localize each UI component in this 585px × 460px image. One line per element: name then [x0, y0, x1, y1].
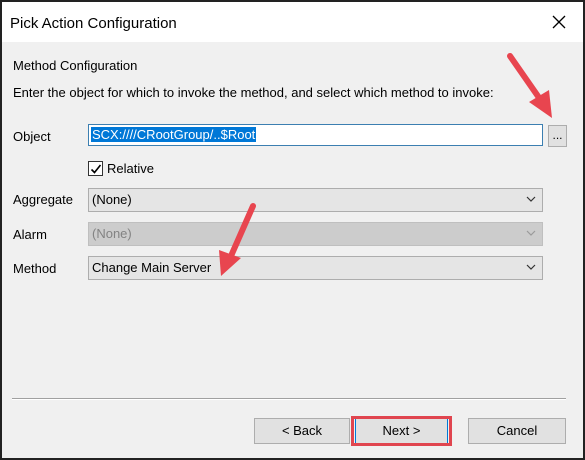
method-label: Method: [13, 261, 57, 276]
object-label: Object: [13, 129, 51, 144]
relative-checkbox[interactable]: [88, 160, 103, 176]
checkmark-icon: [90, 164, 102, 174]
browse-button[interactable]: ...: [548, 125, 567, 147]
annotation-arrow-icon: [507, 53, 552, 118]
alarm-select-value: (None): [92, 226, 132, 241]
object-input[interactable]: SCX:////CRootGroup/..$Root: [88, 124, 543, 146]
close-icon: [552, 15, 566, 29]
aggregate-select[interactable]: (None): [88, 188, 543, 212]
chevron-down-icon: [526, 230, 536, 236]
chevron-down-icon: [526, 196, 536, 202]
dialog-content: Method Configuration Enter the object fo…: [2, 42, 583, 458]
chevron-down-icon: [526, 264, 536, 270]
cancel-button[interactable]: Cancel: [468, 418, 566, 444]
alarm-label: Alarm: [13, 227, 47, 242]
aggregate-select-value: (None): [92, 192, 132, 207]
title-bar: Pick Action Configuration: [2, 2, 583, 42]
section-title: Method Configuration: [13, 58, 138, 73]
relative-checkbox-row[interactable]: Relative: [88, 159, 154, 177]
next-button-highlight: [351, 416, 452, 446]
aggregate-label: Aggregate: [13, 192, 73, 207]
section-description: Enter the object for which to invoke the…: [13, 85, 494, 100]
close-button[interactable]: [549, 12, 569, 32]
button-divider: [12, 398, 566, 400]
dialog-window: Pick Action Configuration Method Configu…: [0, 0, 585, 460]
object-input-value: SCX:////CRootGroup/..$Root: [91, 127, 257, 142]
window-title: Pick Action Configuration: [10, 15, 177, 32]
alarm-select: (None): [88, 222, 543, 246]
relative-label: Relative: [107, 160, 154, 176]
method-select[interactable]: Change Main Server: [88, 256, 543, 280]
back-button[interactable]: < Back: [254, 418, 350, 444]
method-select-value: Change Main Server: [92, 260, 212, 275]
